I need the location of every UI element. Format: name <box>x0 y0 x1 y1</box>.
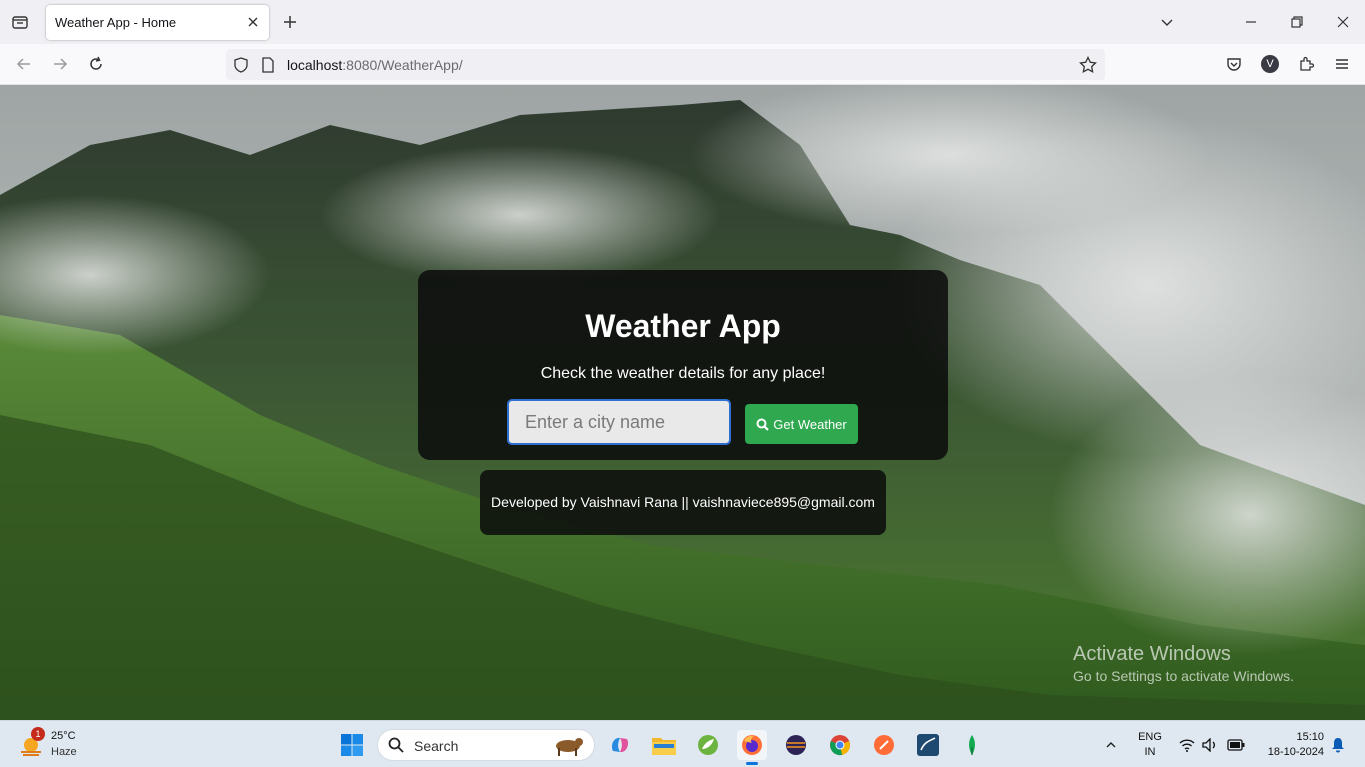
close-window-icon[interactable] <box>1331 10 1355 34</box>
lang-line2: IN <box>1144 746 1156 758</box>
list-all-tabs-icon[interactable] <box>1155 10 1179 34</box>
city-search-input[interactable] <box>507 399 731 445</box>
bookmark-star-icon[interactable] <box>1079 56 1097 74</box>
weather-search-card: Weather App Check the weather details fo… <box>418 270 948 460</box>
chrome-icon[interactable] <box>825 730 855 760</box>
page-viewport: Weather App Check the weather details fo… <box>0 85 1365 720</box>
copilot-icon[interactable] <box>605 730 635 760</box>
navigation-bar: localhost:8080/WeatherApp/ V <box>0 44 1365 85</box>
active-indicator <box>746 762 758 765</box>
taskbar: 1 25°C Haze Search ENG IN 15:10 18-10-20… <box>0 720 1365 767</box>
close-tab-icon[interactable] <box>245 14 261 30</box>
system-clock[interactable]: 15:10 18-10-2024 <box>1256 730 1324 760</box>
show-hidden-icons-chevron[interactable] <box>1100 721 1122 767</box>
battery-icon[interactable] <box>1225 721 1247 767</box>
url-text: localhost:8080/WeatherApp/ <box>287 57 463 73</box>
input-language-indicator[interactable]: ENG IN <box>1136 730 1164 760</box>
get-weather-button[interactable]: Get Weather <box>745 404 858 444</box>
url-path: :8080/WeatherApp/ <box>342 57 463 73</box>
footer-text: Developed by Vaishnavi Rana || vaishnavi… <box>491 494 875 510</box>
tab-title: Weather App - Home <box>55 15 177 30</box>
developer-footer: Developed by Vaishnavi Rana || vaishnavi… <box>480 470 886 535</box>
shield-icon[interactable] <box>232 56 250 74</box>
account-initial: V <box>1261 55 1279 73</box>
watermark-subtitle: Go to Settings to activate Windows. <box>1073 668 1294 684</box>
account-avatar[interactable]: V <box>1258 52 1282 76</box>
mongodb-compass-icon[interactable] <box>957 730 987 760</box>
menu-icon[interactable] <box>1330 52 1354 76</box>
tab-bar: Weather App - Home <box>0 0 1365 44</box>
watermark-title: Activate Windows <box>1073 643 1231 665</box>
activate-windows-watermark: Activate Windows Go to Settings to activ… <box>1073 643 1294 684</box>
pocket-icon[interactable] <box>1222 52 1246 76</box>
restore-icon[interactable] <box>1285 10 1309 34</box>
volume-icon[interactable] <box>1200 721 1220 767</box>
clock-time: 15:10 <box>1296 731 1324 743</box>
search-icon <box>756 418 770 431</box>
search-icon <box>388 737 404 753</box>
eclipse-icon[interactable] <box>781 730 811 760</box>
weather-temperature: 25°C <box>51 730 76 742</box>
back-icon[interactable] <box>12 52 36 76</box>
search-highlight-image <box>556 738 583 756</box>
address-bar[interactable]: localhost:8080/WeatherApp/ <box>226 49 1105 80</box>
url-host: localhost <box>287 57 343 73</box>
firefox-icon[interactable] <box>737 730 767 765</box>
file-explorer-icon[interactable] <box>649 730 679 760</box>
get-weather-label: Get Weather <box>773 416 847 432</box>
taskbar-search-box[interactable]: Search <box>377 729 595 761</box>
reload-icon[interactable] <box>84 52 108 76</box>
spring-tools-icon[interactable] <box>693 730 723 760</box>
page-icon[interactable] <box>259 56 277 74</box>
page-title: Weather App <box>585 308 781 344</box>
clock-date: 18-10-2024 <box>1267 746 1324 758</box>
notification-badge: 1 <box>31 727 45 741</box>
browser-tab-active[interactable]: Weather App - Home <box>46 5 269 40</box>
weather-widget[interactable]: 1 25°C Haze <box>18 727 98 762</box>
page-subtitle: Check the weather details for any place! <box>540 365 826 382</box>
forward-icon[interactable] <box>48 52 72 76</box>
wifi-icon[interactable] <box>1177 721 1197 767</box>
extensions-icon[interactable] <box>1294 52 1318 76</box>
minimize-icon[interactable] <box>1239 10 1263 34</box>
notification-bell-icon[interactable] <box>1328 721 1348 767</box>
weather-condition: Haze <box>51 746 77 758</box>
mysql-workbench-icon[interactable] <box>913 730 943 760</box>
new-tab-icon[interactable] <box>280 12 300 32</box>
tab-list-icon[interactable] <box>8 10 32 34</box>
postman-icon[interactable] <box>869 730 899 760</box>
search-label: Search <box>414 738 459 754</box>
lang-line1: ENG <box>1138 731 1162 743</box>
start-windows-icon[interactable] <box>337 730 367 760</box>
